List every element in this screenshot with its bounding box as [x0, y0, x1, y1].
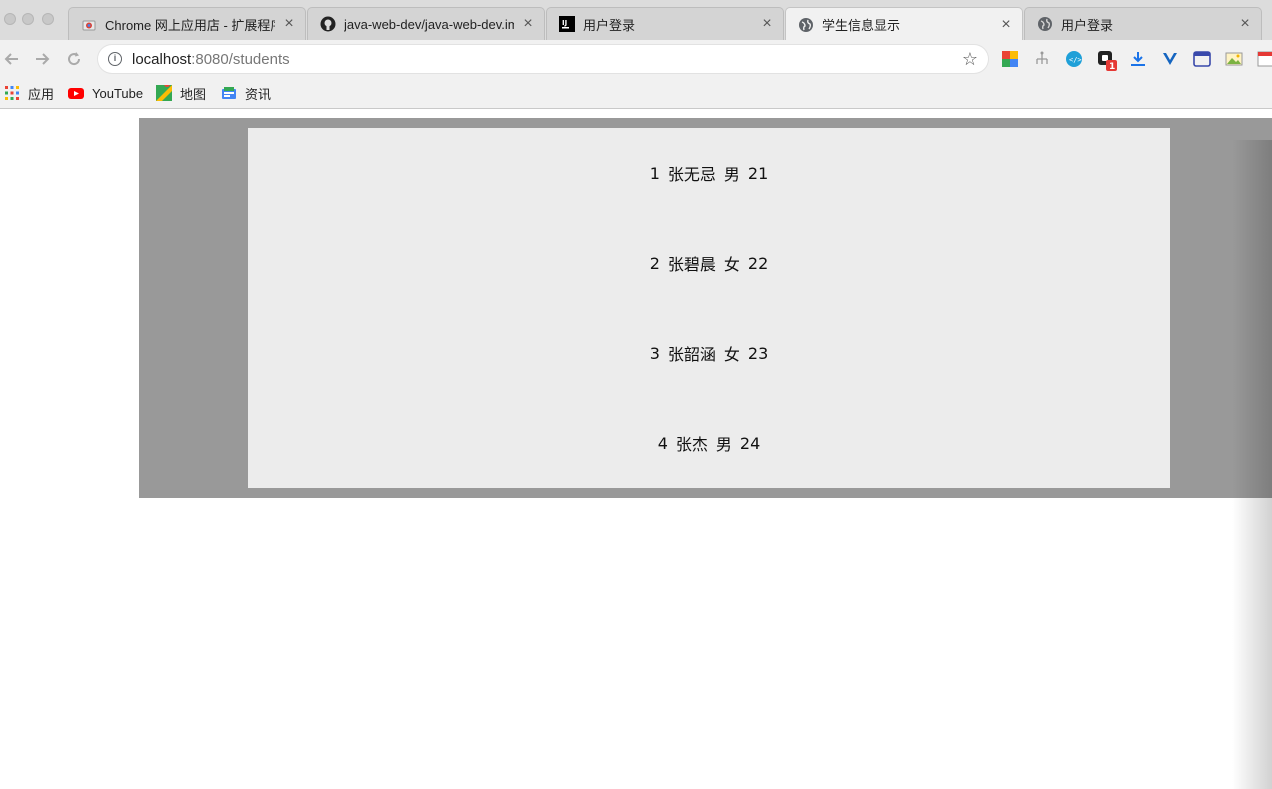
chrome-webstore-icon — [81, 16, 97, 32]
student-gender: 女 — [723, 255, 740, 274]
bookmark-news[interactable]: 资讯 — [221, 83, 271, 103]
image-extension-icon[interactable] — [1225, 50, 1243, 68]
colorful-extension-icon[interactable] — [1001, 50, 1019, 68]
student-name: 张韶涵 — [667, 345, 716, 364]
svg-text:IJ: IJ — [562, 19, 567, 27]
bookmark-maps[interactable]: 地图 — [156, 81, 207, 103]
intellij-icon: IJ — [559, 16, 575, 32]
url-text: localhost:8080/students — [132, 51, 290, 68]
tab-title: Chrome 网上应用店 - 扩展程序 — [105, 17, 275, 33]
tab-user-login-2[interactable]: 用户登录 × — [1024, 7, 1262, 40]
globe-icon — [1037, 16, 1053, 32]
window-close-button[interactable] — [4, 13, 16, 25]
tab-strip: Chrome 网上应用店 - 扩展程序 × java-web-dev/java-… — [0, 0, 1272, 41]
reload-icon[interactable] — [64, 49, 84, 69]
bookmark-label: 地图 — [180, 86, 207, 102]
tab-title: 用户登录 — [1061, 17, 1114, 33]
address-bar[interactable]: i localhost:8080/students ☆ — [98, 45, 988, 73]
window-zoom-button[interactable] — [42, 13, 54, 25]
window-minimize-button[interactable] — [22, 13, 34, 25]
student-name: 张无忌 — [667, 165, 716, 184]
student-age: 24 — [739, 433, 761, 453]
vue-extension-icon[interactable] — [1161, 50, 1179, 68]
download-extension-icon[interactable] — [1129, 50, 1147, 68]
tab-chrome-webstore[interactable]: Chrome 网上应用店 - 扩展程序 × — [68, 7, 306, 40]
student-age: 23 — [747, 343, 769, 363]
tab-close-icon[interactable]: × — [281, 16, 297, 32]
browser-toolbar: i localhost:8080/students ☆ </> 1 — [0, 40, 1272, 78]
student-row: 2 张碧晨 女 22 — [248, 218, 1170, 308]
tab-user-login[interactable]: IJ 用户登录 × — [546, 7, 784, 40]
window-extension-icon[interactable] — [1193, 50, 1211, 68]
url-host: localhost — [132, 50, 192, 68]
bookmark-apps[interactable]: 应用 — [4, 83, 54, 103]
tree-extension-icon[interactable] — [1033, 50, 1051, 68]
youtube-icon — [68, 85, 84, 101]
tab-close-icon[interactable]: × — [1237, 16, 1253, 32]
tab-close-icon[interactable]: × — [759, 16, 775, 32]
bookmark-label: YouTube — [92, 85, 144, 101]
tab-close-icon[interactable]: × — [998, 16, 1014, 33]
student-row: 3 张韶涵 女 23 — [248, 308, 1170, 398]
tab-close-icon[interactable]: × — [520, 16, 536, 32]
student-age: 22 — [747, 253, 769, 273]
student-row: 1 张无忌 男 21 — [248, 128, 1170, 218]
code-extension-icon[interactable]: </> — [1065, 50, 1083, 68]
student-name: 张碧晨 — [667, 255, 716, 274]
tab-title: 用户登录 — [583, 17, 636, 33]
svg-text:</>: </> — [1069, 56, 1082, 64]
globe-icon — [798, 17, 814, 33]
student-gender: 女 — [723, 345, 740, 364]
calendar-extension-icon[interactable] — [1257, 50, 1272, 68]
edge-shadow — [1232, 140, 1272, 789]
url-path: :8080/students — [191, 50, 290, 68]
maps-icon — [156, 81, 172, 101]
apps-grid-icon — [4, 85, 20, 101]
extension-badge: 1 — [1109, 62, 1115, 72]
page-viewport: 1 张无忌 男 21 2 张碧晨 女 22 3 张韶涵 女 23 4 张杰 男 — [0, 110, 1272, 789]
student-container: 1 张无忌 男 21 2 张碧晨 女 22 3 张韶涵 女 23 4 张杰 男 — [139, 118, 1272, 498]
back-arrow-icon[interactable] — [2, 49, 22, 69]
student-id: 4 — [657, 433, 668, 453]
badge-extension-icon[interactable]: 1 — [1097, 50, 1117, 72]
news-icon — [221, 85, 237, 101]
tab-title: 学生信息显示 — [822, 18, 901, 33]
tab-student-info[interactable]: 学生信息显示 × — [785, 7, 1023, 41]
tab-github[interactable]: java-web-dev/java-web-dev.im × — [307, 7, 545, 40]
student-gender: 男 — [715, 435, 732, 454]
student-gender: 男 — [723, 165, 740, 184]
student-name: 张杰 — [675, 435, 708, 454]
student-id: 3 — [649, 343, 660, 363]
student-list: 1 张无忌 男 21 2 张碧晨 女 22 3 张韶涵 女 23 4 张杰 男 — [248, 128, 1170, 488]
bookmarks-bar: 应用 YouTube 地图 资讯 — [0, 78, 1272, 109]
student-row: 4 张杰 男 24 — [248, 398, 1170, 488]
bookmark-label: 应用 — [28, 86, 55, 102]
bookmark-star-icon[interactable]: ☆ — [962, 49, 978, 70]
github-icon — [320, 16, 336, 32]
forward-arrow-icon[interactable] — [32, 49, 52, 69]
bookmark-youtube[interactable]: YouTube — [68, 83, 143, 103]
student-id: 2 — [649, 253, 660, 273]
student-id: 1 — [649, 163, 660, 183]
tab-title: java-web-dev/java-web-dev.im — [344, 16, 514, 32]
info-icon[interactable]: i — [108, 52, 122, 66]
student-age: 21 — [747, 163, 769, 183]
bookmark-label: 资讯 — [245, 86, 272, 102]
